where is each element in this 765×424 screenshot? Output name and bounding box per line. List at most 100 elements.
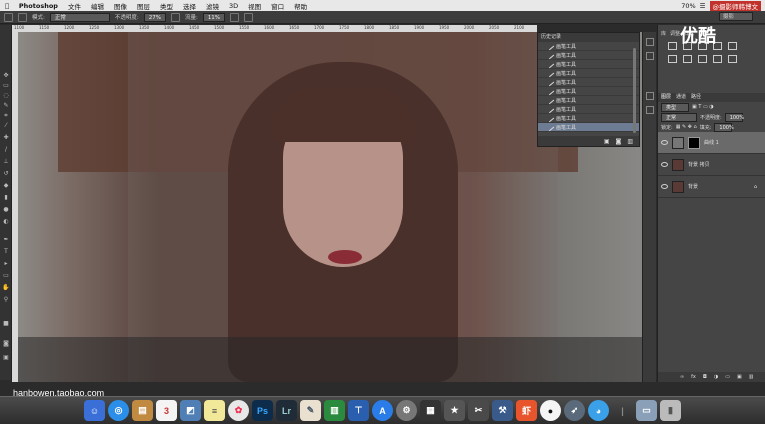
finder-icon[interactable]: ☺ [84,400,105,421]
photo-filter-icon[interactable] [713,55,722,63]
notes-icon[interactable]: ≡ [204,400,225,421]
hue-saturation-icon[interactable] [668,55,677,63]
blend-mode-select[interactable]: 正常 [661,112,697,122]
dodge-tool-icon[interactable]: ◐ [2,219,10,225]
tab-layers[interactable]: 图层 [661,93,671,102]
visibility-eye-icon[interactable] [661,140,668,145]
history-state[interactable]: 画笔工具 [538,122,639,132]
apple-icon[interactable]:  [0,2,14,10]
fill-field[interactable]: 100% [714,122,734,132]
layer-kind-filter[interactable]: 类型 [661,102,689,112]
layer-opacity-field[interactable]: 100% [724,112,744,122]
new-group-icon[interactable]: ▭ [725,374,730,380]
calendar-icon[interactable]: 3 [156,400,177,421]
channel-mixer-icon[interactable] [728,55,737,63]
history-panel-icon[interactable] [646,38,654,46]
new-layer-icon[interactable]: ▣ [737,374,742,380]
properties-panel-icon[interactable] [646,92,654,100]
brush-preset-icon[interactable] [4,12,13,22]
tweetbot-icon[interactable]: ◕ [588,400,609,421]
photoshop-icon[interactable]: Ps [252,400,273,421]
history-state[interactable]: 画笔工具 [538,59,639,69]
delete-state-icon[interactable]: ▥ [627,138,633,145]
history-state[interactable]: 画笔工具 [538,50,639,60]
shape-tool-icon[interactable]: ▭ [2,273,10,279]
menu-image[interactable]: 图像 [109,1,132,11]
safari-icon[interactable]: ◎ [108,400,129,421]
color-balance-icon[interactable] [683,55,692,63]
healing-tool-icon[interactable]: ✚ [2,135,10,141]
final-cut-icon[interactable]: ✂ [468,400,489,421]
crop-tool-icon[interactable]: ⌗ [2,113,10,119]
history-state[interactable]: 画笔工具 [538,77,639,87]
quick-select-tool-icon[interactable]: ✎ [2,103,10,109]
menu-view[interactable]: 视图 [243,1,266,11]
brush-tool-icon[interactable]: / [2,147,10,153]
airbrush-icon[interactable] [230,12,240,22]
history-state[interactable]: 画笔工具 [538,95,639,105]
delete-layer-icon[interactable]: ▥ [749,374,754,380]
brightness-icon[interactable] [668,42,677,50]
xiami-icon[interactable]: 虾 [516,400,537,421]
tab-channels[interactable]: 通道 [676,93,686,102]
menu-edit[interactable]: 编辑 [86,1,109,11]
lock-icons[interactable]: ▦ ✎ ✥ ⌂ [676,124,697,130]
xcode-icon[interactable]: ⚒ [492,400,513,421]
wifi-icon[interactable]: ☰ [700,2,706,10]
menu-file[interactable]: 文件 [63,1,86,11]
mode-select[interactable]: 正常 [49,12,110,22]
hand-tool-icon[interactable]: ✋ [2,285,10,291]
new-adjustment-icon[interactable]: ◑ [714,374,718,380]
pressure-opacity-icon[interactable] [170,12,180,22]
marquee-tool-icon[interactable]: ▭ [2,83,10,89]
menu-type[interactable]: 类型 [155,1,178,11]
lightroom-icon[interactable]: Lr [276,400,297,421]
trash-icon[interactable]: ▮ [660,400,681,421]
info-panel-icon[interactable] [646,106,654,114]
actions-panel-icon[interactable] [646,52,654,60]
history-scrollbar[interactable] [633,48,636,133]
history-state[interactable]: 画笔工具 [538,68,639,78]
menu-3d[interactable]: 3D [224,2,243,10]
quick-mask-icon[interactable]: ◙ [2,341,10,347]
snapshot-icon[interactable]: ◙ [616,138,622,145]
link-layers-icon[interactable]: ∞ [680,374,684,380]
move-tool-icon[interactable]: ✥ [2,73,10,79]
workspace-select[interactable]: 摄影 [719,12,753,21]
layer-mask-thumbnail[interactable] [688,136,700,149]
contacts-icon[interactable]: ▤ [132,400,153,421]
layer-style-icon[interactable]: fx [691,374,696,380]
history-state[interactable]: 画笔工具 [538,104,639,114]
eyedropper-tool-icon[interactable]: ⁄ [2,123,10,129]
layer-background-copy[interactable]: 背景 拷贝 [658,154,765,176]
visibility-eye-icon[interactable] [661,162,668,167]
type-tool-icon[interactable]: T [2,249,10,255]
menu-layer[interactable]: 图层 [132,1,155,11]
zoom-tool-icon[interactable]: ⚲ [2,297,10,303]
tab-paths[interactable]: 路径 [691,93,701,102]
menu-select[interactable]: 选择 [178,1,201,11]
history-brush-tool-icon[interactable]: ↺ [2,171,10,177]
keynote-icon[interactable]: ⊤ [348,400,369,421]
new-document-from-state-icon[interactable]: ▣ [604,138,610,145]
history-state[interactable]: 画笔工具 [538,86,639,96]
pen-tool-icon[interactable]: ✒ [2,237,10,243]
app-store-icon[interactable]: A [372,400,393,421]
stamp-tool-icon[interactable]: ⊥ [2,159,10,165]
lasso-tool-icon[interactable]: ◌ [2,93,10,99]
photos-icon[interactable]: ✿ [228,400,249,421]
tab-library[interactable]: 库 [661,30,666,39]
tab-adjustments[interactable]: 调整 [670,30,680,39]
layer-curves[interactable]: 曲线 1 [658,132,765,154]
history-state[interactable]: 画笔工具 [538,113,639,123]
visibility-eye-icon[interactable] [661,184,668,189]
path-select-tool-icon[interactable]: ▸ [2,261,10,267]
filter-icons[interactable]: ▣ T ▭ ◑ [692,104,714,110]
imovie-icon[interactable]: ★ [444,400,465,421]
eraser-tool-icon[interactable]: ◆ [2,183,10,189]
photo-booth-icon[interactable]: ▦ [420,400,441,421]
applications-folder-icon[interactable]: ▭ [636,400,657,421]
history-state[interactable]: 画笔工具 [538,41,639,51]
flow-field[interactable]: 11% [202,12,226,22]
gradient-tool-icon[interactable]: ▮ [2,195,10,201]
